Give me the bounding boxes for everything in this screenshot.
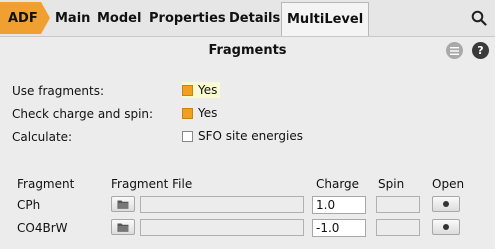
check-charge-spin-checkbox[interactable]: Yes	[182, 106, 217, 120]
fragment-file-field-cph[interactable]	[140, 196, 304, 213]
tab-details[interactable]: Details	[229, 2, 280, 34]
tab-main[interactable]: Main	[55, 2, 90, 34]
radio-dot-icon	[443, 224, 449, 230]
check-charge-spin-value: Yes	[198, 106, 218, 120]
tab-multilevel[interactable]: MultiLevel	[281, 2, 370, 36]
menu-lines-icon[interactable]	[446, 42, 463, 59]
sfo-site-energies-label: SFO site energies	[198, 129, 303, 143]
folder-icon[interactable]	[111, 196, 135, 212]
radio-dot-icon	[443, 201, 449, 207]
charge-input-cph[interactable]: 1.0	[312, 196, 366, 214]
checkbox-box	[182, 107, 193, 119]
header-open: Open	[432, 177, 465, 191]
search-icon[interactable]	[471, 10, 487, 26]
fragment-file-field-co4brw[interactable]	[140, 219, 304, 236]
charge-input-co4brw[interactable]: -1.0	[312, 219, 366, 237]
header-fragment-file: Fragment File	[111, 177, 193, 191]
fragment-name-cph: CPh	[17, 198, 41, 212]
open-button-cph[interactable]	[432, 196, 460, 212]
spin-input-co4brw[interactable]	[376, 219, 420, 236]
fragment-name-co4brw: CO4BrW	[17, 221, 68, 235]
use-fragments-checkbox[interactable]: Yes	[182, 82, 221, 98]
header-charge: Charge	[316, 177, 360, 191]
checkbox-box	[182, 84, 193, 96]
header-spin: Spin	[378, 177, 405, 191]
sfo-site-energies-checkbox[interactable]: SFO site energies	[182, 129, 303, 143]
use-fragments-label: Use fragments:	[12, 84, 105, 98]
calculate-label: Calculate:	[12, 130, 73, 144]
check-charge-spin-label: Check charge and spin:	[12, 107, 154, 121]
folder-icon[interactable]	[111, 219, 135, 235]
tab-model[interactable]: Model	[97, 2, 141, 34]
tab-bar: ADF Main Model Properties Details MultiL…	[0, 0, 495, 37]
header-fragment: Fragment	[17, 177, 75, 191]
checkbox-box	[182, 130, 193, 142]
spin-input-cph[interactable]	[376, 196, 420, 213]
open-button-co4brw[interactable]	[432, 219, 460, 235]
panel-title: Fragments	[208, 43, 287, 58]
adf-menu-tab[interactable]: ADF	[0, 2, 50, 34]
help-icon[interactable]: ?	[472, 42, 489, 59]
tab-properties[interactable]: Properties	[149, 2, 226, 34]
use-fragments-value: Yes	[198, 83, 218, 97]
